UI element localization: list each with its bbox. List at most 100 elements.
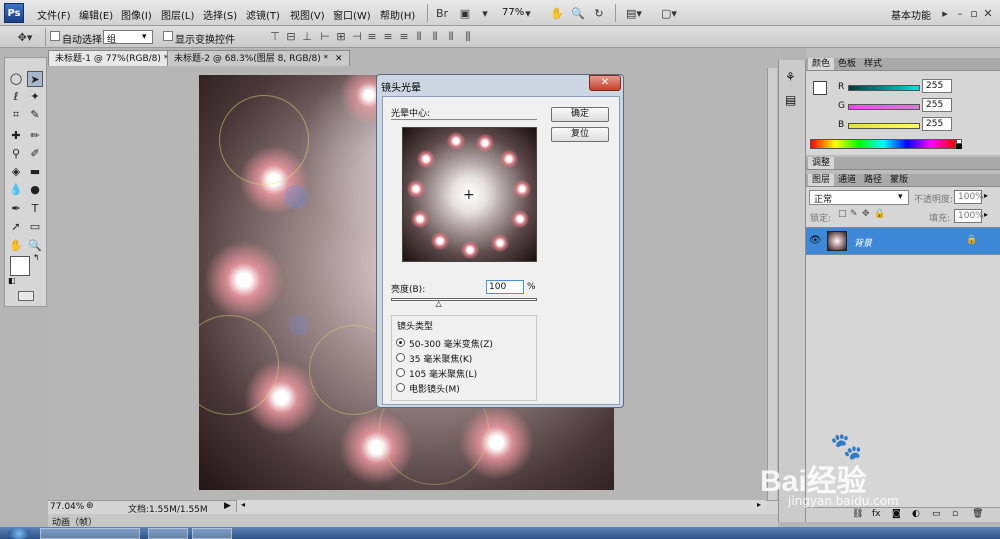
tab-layers[interactable]: 图层 (808, 174, 835, 186)
ok-button[interactable]: 确定 (551, 107, 609, 122)
swap-colors-icon[interactable]: ↰ (33, 253, 40, 262)
actions-panel-icon[interactable]: ▤ (785, 93, 796, 107)
history-brush-icon[interactable]: ✐ (27, 146, 43, 162)
channel-g-value[interactable]: 255 (922, 98, 952, 112)
channel-b-slider[interactable] (848, 123, 920, 129)
scroll-left-icon[interactable]: ◂ (241, 500, 249, 510)
dialog-close-button[interactable]: ✕ (589, 75, 621, 91)
zoom-level[interactable]: 77% (502, 7, 524, 18)
zoom-icon[interactable]: 🔍 (27, 238, 43, 254)
lens-option-1-radio[interactable] (396, 338, 405, 347)
menu-select[interactable]: 选择(S) (203, 7, 237, 22)
restore-icon[interactable]: ▫ (967, 4, 981, 22)
crosshair-icon[interactable]: + (463, 187, 475, 203)
menu-view[interactable]: 视图(V) (290, 7, 325, 22)
distribute-top-icon[interactable]: ≡ (365, 30, 379, 43)
pen-tool-icon[interactable]: ✒ (8, 201, 24, 217)
workspace-dropdown-icon[interactable]: ▸ (940, 4, 950, 22)
view-extras-icon[interactable]: ▾ (478, 4, 492, 22)
mini-bridge-icon[interactable]: ▣ (456, 4, 474, 22)
distribute-hcenter-icon[interactable]: ⦀ (428, 30, 442, 43)
color-spectrum-bar[interactable] (810, 139, 956, 149)
clone-stamp-icon[interactable]: ⚲ (8, 146, 24, 162)
lens-option-4-radio[interactable] (396, 383, 405, 392)
zoom-dropdown-icon[interactable]: ▾ (522, 4, 534, 22)
reset-button[interactable]: 复位 (551, 127, 609, 142)
distribute-left-icon[interactable]: ⦀ (412, 30, 426, 43)
lens-option-1-label[interactable]: 50-300 毫米变焦(Z) (409, 337, 493, 350)
menu-file[interactable]: 文件(F) (37, 7, 71, 22)
fill-input[interactable]: 100% (954, 209, 984, 223)
history-panel-icon[interactable]: ⚘ (785, 70, 796, 84)
align-right-icon[interactable]: ⊣ (350, 30, 364, 43)
show-transform-checkbox[interactable] (163, 31, 173, 41)
distribute-vcenter-icon[interactable]: ≡ (381, 30, 395, 43)
color-foreground-swatch[interactable] (813, 81, 827, 95)
layer-name[interactable]: 背景 (854, 236, 872, 249)
lock-transparency-icon[interactable]: □ (838, 209, 847, 219)
auto-select-checkbox[interactable] (50, 31, 60, 41)
brightness-slider-thumb[interactable]: △ (436, 300, 442, 308)
hand-tool-icon[interactable]: ✋ (548, 4, 566, 22)
default-colors-icon[interactable]: ◧ (8, 276, 16, 285)
quick-mask-icon[interactable] (18, 291, 34, 301)
align-hcenter-icon[interactable]: ⊞ (334, 30, 348, 43)
close-tab-icon[interactable]: ✕ (335, 54, 343, 64)
align-left-icon[interactable]: ⊢ (318, 30, 332, 43)
visibility-eye-icon[interactable]: 👁 (809, 235, 822, 246)
menu-window[interactable]: 窗口(W) (333, 7, 371, 22)
start-button[interactable] (8, 528, 30, 539)
lens-option-2-label[interactable]: 35 毫米聚焦(K) (409, 352, 472, 365)
channel-g-slider[interactable] (848, 104, 920, 110)
menu-image[interactable]: 图像(I) (121, 7, 152, 22)
align-top-icon[interactable]: ⊤ (268, 30, 282, 43)
blend-mode-select[interactable]: 正常 ▾ (809, 190, 909, 205)
lasso-tool-icon[interactable]: ℓ (8, 89, 24, 105)
distribute-right-icon[interactable]: ⦀ (444, 30, 458, 43)
move-tool-preset-icon[interactable]: ✥▾ (10, 28, 40, 46)
taskbar-app[interactable] (40, 528, 140, 539)
status-info-icon[interactable]: ⊛ (86, 501, 94, 511)
fill-arrow-icon[interactable]: ▸ (984, 210, 988, 219)
path-selection-icon[interactable]: ➚ (8, 219, 24, 235)
lock-all-icon[interactable]: 🔒 (874, 209, 885, 219)
type-tool-icon[interactable]: T (27, 201, 43, 217)
gradient-tool-icon[interactable]: ▬ (27, 164, 43, 180)
auto-align-icon[interactable]: ⫼ (461, 30, 475, 43)
auto-select-target-select[interactable]: 组 ▾ (103, 30, 153, 45)
status-zoom[interactable]: 77.04% (50, 502, 84, 512)
taskbar-app[interactable] (192, 528, 232, 539)
shape-tool-icon[interactable]: ▭ (27, 219, 43, 235)
opacity-arrow-icon[interactable]: ▸ (984, 191, 988, 200)
lens-option-4-label[interactable]: 电影镜头(M) (409, 382, 460, 395)
zoom-tool-icon[interactable]: 🔍 (569, 4, 587, 22)
dodge-tool-icon[interactable]: ● (27, 182, 43, 198)
lens-option-2-radio[interactable] (396, 353, 405, 362)
brush-tool-icon[interactable]: ✏ (27, 128, 43, 144)
menu-layer[interactable]: 图层(L) (161, 7, 194, 22)
tab-masks[interactable]: 蒙版 (886, 174, 912, 186)
flare-preview[interactable]: + (402, 127, 537, 262)
magic-wand-icon[interactable]: ✦ (27, 89, 43, 105)
brightness-slider[interactable] (391, 298, 537, 301)
status-menu-arrow-icon[interactable]: ▶ (224, 501, 231, 511)
lock-position-icon[interactable]: ✥ (862, 209, 870, 219)
blur-tool-icon[interactable]: 💧 (8, 182, 24, 198)
animation-panel-tab[interactable]: 动画（帧） (48, 514, 778, 528)
layer-row-background[interactable]: 👁 背景 🔒 (806, 227, 1000, 255)
workspace-switcher[interactable]: 基本功能 (891, 7, 931, 22)
align-vcenter-icon[interactable]: ⊟ (284, 30, 298, 43)
screen-mode-icon[interactable]: ▢▾ (657, 4, 681, 22)
lens-option-3-radio[interactable] (396, 368, 405, 377)
horizontal-scrollbar[interactable]: ◂ ▸ (236, 500, 766, 512)
distribute-bottom-icon[interactable]: ≡ (397, 30, 411, 43)
eyedropper-icon[interactable]: ✎ (27, 107, 43, 123)
close-app-icon[interactable]: ✕ (981, 4, 995, 22)
menu-edit[interactable]: 编辑(E) (79, 7, 113, 22)
channel-r-slider[interactable] (848, 85, 920, 91)
channel-b-value[interactable]: 255 (922, 117, 952, 131)
arrange-documents-icon[interactable]: ▤▾ (622, 4, 646, 22)
foreground-color-swatch[interactable] (10, 256, 30, 276)
hand-icon[interactable]: ✋ (8, 238, 24, 254)
align-bottom-icon[interactable]: ⊥ (300, 30, 314, 43)
